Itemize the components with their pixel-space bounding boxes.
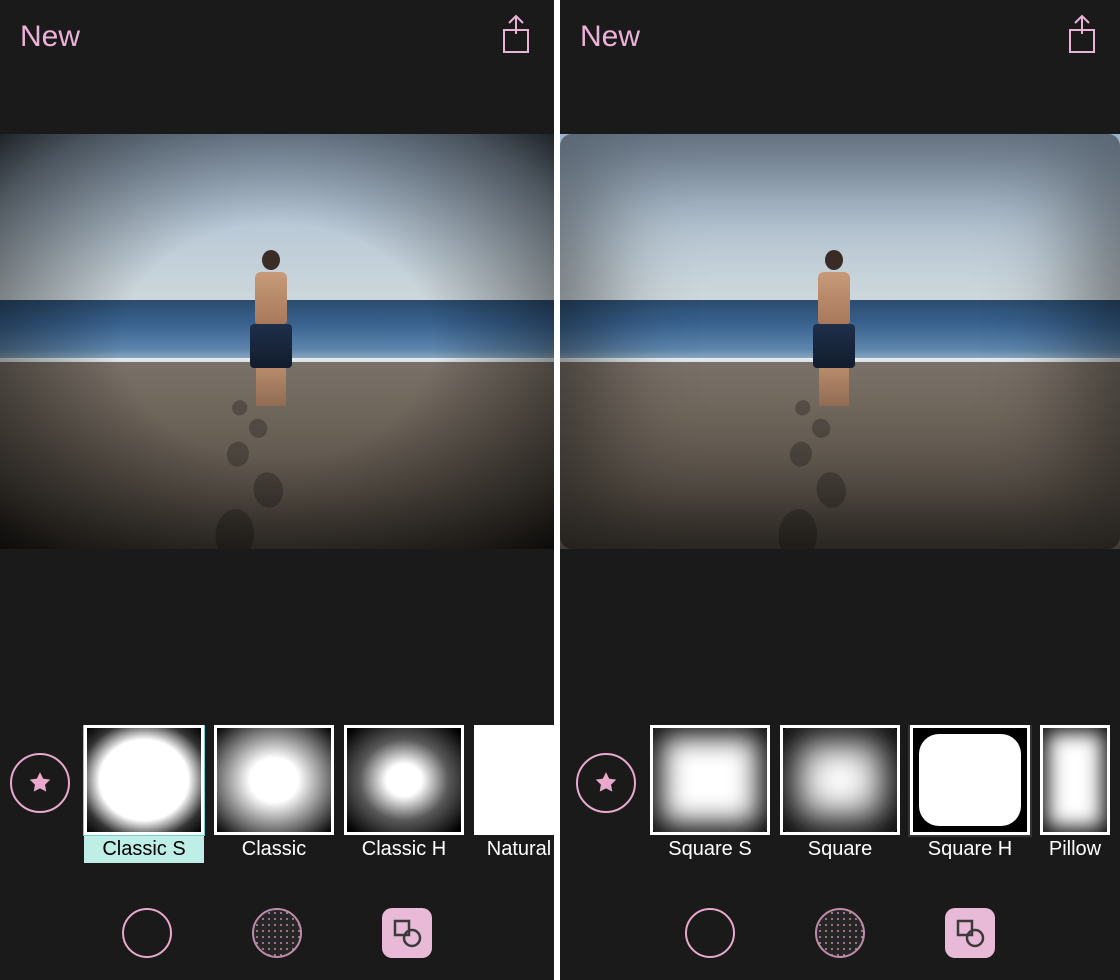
- filter-item[interactable]: Classic H: [344, 725, 464, 863]
- share-button[interactable]: [498, 14, 534, 61]
- photo-sky: [0, 134, 554, 300]
- star-icon: [27, 770, 53, 796]
- photo-footprints: [211, 400, 288, 532]
- new-button[interactable]: New: [20, 20, 80, 54]
- photo-foam: [0, 358, 554, 370]
- favorites-button[interactable]: [576, 753, 636, 813]
- shapes-icon: [953, 916, 987, 950]
- share-button[interactable]: [1064, 14, 1100, 61]
- filter-caption: Classic S: [84, 835, 204, 863]
- filter-thumb: [214, 725, 334, 835]
- filter-caption: Square H: [910, 835, 1030, 863]
- filter-strip[interactable]: Classic S Classic Classic H Natural: [0, 725, 554, 885]
- new-button[interactable]: New: [580, 20, 640, 54]
- photo-preview-area: [0, 74, 554, 609]
- filter-caption: Classic: [214, 835, 334, 863]
- filter-thumb: [474, 725, 554, 835]
- filter-item[interactable]: Square: [780, 725, 900, 863]
- filter-items-right-2: Square S Square Square H Pillow: [650, 725, 1120, 863]
- filter-items-left: Classic S Classic Classic H Natural: [84, 725, 554, 863]
- vignette-shape-tool[interactable]: [122, 908, 172, 958]
- filter-thumb: [780, 725, 900, 835]
- filter-strip[interactable]: Square S Square Square H Pillow: [560, 725, 1120, 885]
- photo-sea: [0, 300, 554, 362]
- filter-thumb: [84, 725, 204, 835]
- bottom-toolbar: [560, 885, 1120, 980]
- vignette-shape-tool[interactable]: [685, 908, 735, 958]
- filter-strip-area: Square S Square Square H Pillow: [560, 609, 1120, 980]
- panel-right: New: [560, 0, 1120, 980]
- filter-thumb: [910, 725, 1030, 835]
- photo-preview-area: [560, 74, 1120, 609]
- filter-thumb: [1040, 725, 1110, 835]
- topbar-right: New: [560, 0, 1120, 74]
- favorites-button[interactable]: [10, 753, 70, 813]
- app-stage: New: [0, 0, 1120, 980]
- topbar-left: New: [0, 0, 554, 74]
- filter-item[interactable]: Classic: [214, 725, 334, 863]
- shapes-tool[interactable]: [382, 908, 432, 958]
- photo-preview[interactable]: [560, 134, 1120, 549]
- filter-thumb: [344, 725, 464, 835]
- filter-item[interactable]: Classic S: [84, 725, 204, 863]
- star-icon: [593, 770, 619, 796]
- filter-strip-area: Classic S Classic Classic H Natural: [0, 609, 554, 980]
- photo-sand: [0, 362, 554, 549]
- filter-caption: Square: [780, 835, 900, 863]
- filter-thumb: [650, 725, 770, 835]
- shapes-tool[interactable]: [945, 908, 995, 958]
- photo-subject: [243, 250, 299, 410]
- filter-caption: Classic H: [344, 835, 464, 863]
- bottom-toolbar: [0, 885, 554, 980]
- share-icon: [498, 14, 534, 56]
- grain-tool[interactable]: [815, 908, 865, 958]
- filter-items-right: [560, 725, 570, 840]
- grain-tool[interactable]: [252, 908, 302, 958]
- filter-item[interactable]: Natural: [474, 725, 554, 863]
- filter-caption: Square S: [650, 835, 770, 863]
- filter-item[interactable]: Pillow: [1040, 725, 1110, 863]
- photo-preview[interactable]: [0, 134, 554, 549]
- panel-left: New: [0, 0, 560, 980]
- shapes-icon: [390, 916, 424, 950]
- filter-item[interactable]: Square H: [910, 725, 1030, 863]
- filter-caption: Natural: [474, 835, 554, 863]
- share-icon: [1064, 14, 1100, 56]
- filter-caption: Pillow: [1040, 835, 1110, 863]
- filter-item[interactable]: Square S: [650, 725, 770, 863]
